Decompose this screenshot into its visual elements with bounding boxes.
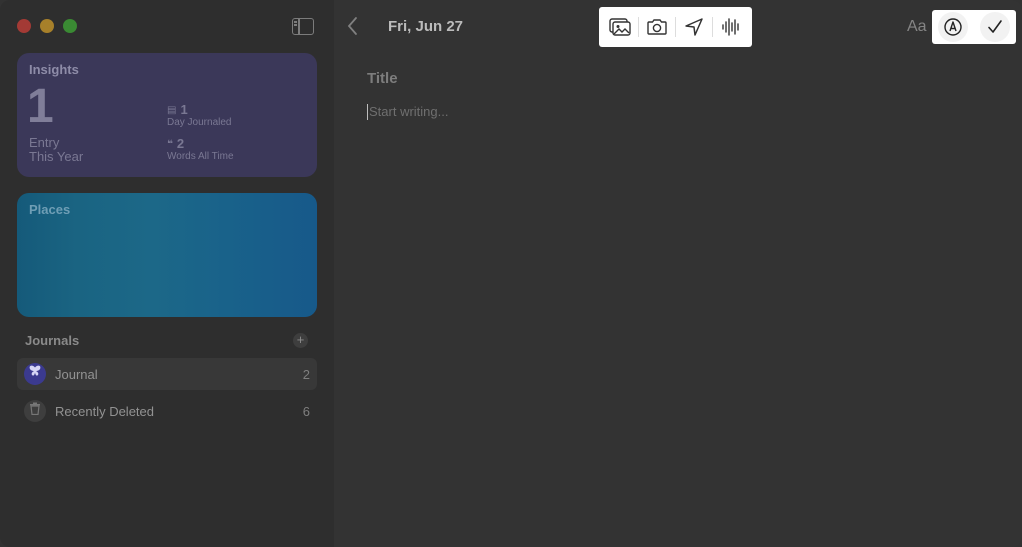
text-format-button[interactable]: Aa xyxy=(907,18,927,36)
camera-icon xyxy=(647,19,667,35)
words-label: Words All Time xyxy=(167,151,234,162)
words-value: 2 xyxy=(176,136,185,151)
sidebar-toggle-icon[interactable] xyxy=(292,18,314,35)
trash-icon xyxy=(24,400,46,422)
toolbar-divider xyxy=(674,17,676,37)
location-arrow-icon xyxy=(685,18,703,36)
journal-item-journal[interactable]: Journal 2 xyxy=(17,358,317,390)
photo-library-button[interactable] xyxy=(605,14,635,40)
entry-count: 1 xyxy=(27,80,54,133)
chevron-left-icon xyxy=(347,17,357,35)
camera-button[interactable] xyxy=(642,14,672,40)
entry-body-input[interactable]: Start writing... xyxy=(367,104,448,120)
checkmark-icon xyxy=(988,20,1002,33)
insights-card[interactable]: Insights 1 Entry This Year ▤ 1 Day Journa… xyxy=(17,53,317,177)
minimize-window-button[interactable] xyxy=(40,19,54,33)
days-journaled-label: Day Journaled xyxy=(167,117,232,128)
journal-item-label: Journal xyxy=(55,367,98,382)
window-controls xyxy=(17,19,77,33)
toolbar-divider xyxy=(637,17,639,37)
journal-item-count: 2 xyxy=(302,367,310,382)
entry-title-input[interactable]: Title xyxy=(367,70,398,87)
location-button[interactable] xyxy=(679,14,709,40)
entry-label-line1: Entry xyxy=(29,135,60,150)
toolbar-divider xyxy=(712,17,714,37)
days-journaled-value: 1 xyxy=(180,102,188,117)
media-toolbar xyxy=(599,7,752,47)
places-title: Places xyxy=(29,202,71,217)
entry-label: Entry This Year xyxy=(29,136,83,164)
days-journaled-stat: ▤ 1 Day Journaled xyxy=(167,103,231,129)
done-button[interactable] xyxy=(980,12,1010,42)
entry-actions xyxy=(932,10,1016,44)
audio-button[interactable] xyxy=(716,14,746,40)
markup-pen-icon xyxy=(944,18,962,36)
zoom-window-button[interactable] xyxy=(63,19,77,33)
back-button[interactable] xyxy=(346,16,358,42)
words-stat: ❝ 2 Words All Time xyxy=(167,137,234,163)
audio-waveform-icon xyxy=(722,18,740,36)
journal-item-label: Recently Deleted xyxy=(55,404,154,419)
photo-library-icon xyxy=(608,18,631,36)
journals-header: Journals xyxy=(25,333,80,348)
entry-date-title: Fri, Jun 27 xyxy=(388,18,464,35)
editor-pane: Fri, Jun 27 Aa Title Start writing... xyxy=(334,0,1022,547)
journal-item-count: 6 xyxy=(302,404,310,419)
calendar-icon: ▤ xyxy=(167,105,177,116)
insights-title: Insights xyxy=(29,62,79,77)
close-window-button[interactable] xyxy=(17,19,31,33)
journal-window: Insights 1 Entry This Year ▤ 1 Day Journa… xyxy=(0,0,1022,547)
quote-icon: ❝ xyxy=(167,139,173,150)
places-card[interactable]: Places xyxy=(17,193,317,317)
markup-button[interactable] xyxy=(938,12,968,42)
sidebar: Insights 1 Entry This Year ▤ 1 Day Journa… xyxy=(0,0,334,547)
entry-label-line2: This Year xyxy=(29,149,84,164)
butterfly-icon xyxy=(24,363,46,385)
add-journal-button[interactable]: + xyxy=(293,333,308,348)
journal-item-recently-deleted[interactable]: Recently Deleted 6 xyxy=(17,395,317,427)
